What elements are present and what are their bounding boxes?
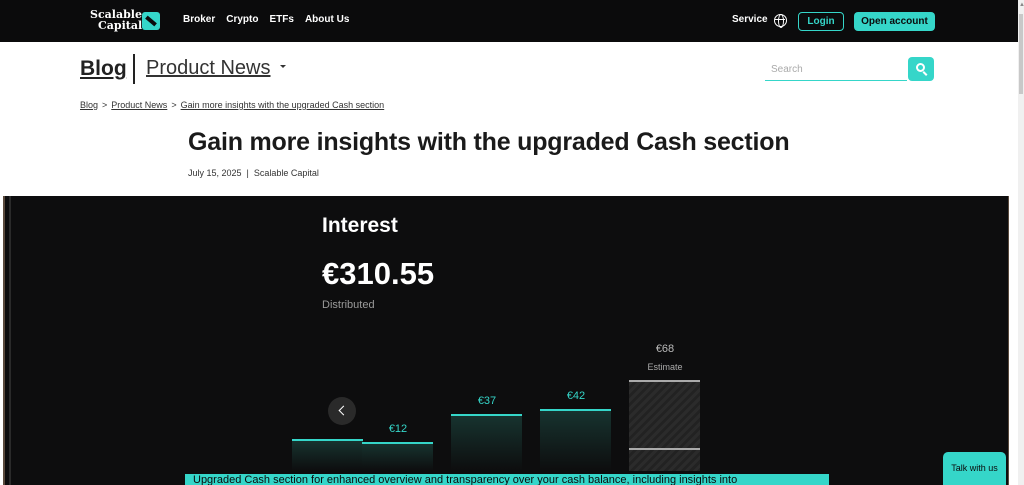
chart-bar bbox=[362, 442, 433, 471]
breadcrumb-separator: > bbox=[171, 100, 177, 110]
caret-down-icon[interactable] bbox=[280, 65, 286, 68]
breadcrumb-product-news[interactable]: Product News bbox=[111, 100, 167, 110]
nav-link-broker[interactable]: Broker bbox=[183, 14, 215, 25]
estimate-divider bbox=[629, 448, 700, 450]
breadcrumb-current-article[interactable]: Gain more insights with the upgraded Cas… bbox=[181, 100, 385, 110]
article-author: Scalable Capital bbox=[253, 168, 319, 178]
service-link[interactable]: Service bbox=[732, 14, 768, 25]
breadcrumb: Blog > Product News > Gain more insights… bbox=[80, 100, 384, 110]
breadcrumb-separator: > bbox=[102, 100, 108, 110]
chart-bar-value-label: €68 bbox=[655, 343, 675, 355]
interest-bar-chart: €12 €37 €42 €68 Estimate bbox=[292, 326, 722, 471]
breadcrumb-blog[interactable]: Blog bbox=[80, 100, 98, 110]
chart-bar-estimate bbox=[629, 380, 700, 471]
search-input[interactable] bbox=[765, 59, 907, 81]
article-meta: July 15, 2025 | Scalable Capital bbox=[188, 168, 319, 178]
hero-frame-edge bbox=[9, 196, 11, 485]
hero-image: Interest €310.55 Distributed €12 €37 €42 €6… bbox=[3, 196, 1009, 485]
login-button[interactable]: Login bbox=[798, 12, 844, 31]
page-scrollbar[interactable]: ▲ bbox=[1018, 0, 1024, 485]
chart-bar-value-label: €37 bbox=[477, 395, 497, 407]
logo-text-line2: Capital bbox=[98, 19, 143, 32]
blog-home-link[interactable]: Blog bbox=[80, 57, 127, 81]
logo-mark-icon[interactable] bbox=[142, 12, 160, 30]
article-title: Gain more insights with the upgraded Cas… bbox=[188, 128, 790, 156]
nav-link-etfs[interactable]: ETFs bbox=[269, 14, 293, 25]
interest-distributed-label: Distributed bbox=[322, 299, 375, 311]
meta-separator: | bbox=[246, 168, 249, 178]
globe-icon[interactable] bbox=[774, 14, 787, 28]
chart-bar-value-label: €42 bbox=[566, 390, 586, 402]
top-navigation: Scalable Capital Broker Crypto ETFs Abou… bbox=[0, 0, 1018, 42]
nav-link-crypto[interactable]: Crypto bbox=[226, 14, 258, 25]
interest-amount: €310.55 bbox=[322, 256, 435, 291]
hero-caption-text: Upgraded Cash section for enhanced overv… bbox=[193, 474, 738, 485]
talk-with-us-button[interactable]: Talk with us bbox=[943, 452, 1006, 485]
open-account-button[interactable]: Open account bbox=[854, 12, 935, 31]
chart-estimate-label: Estimate bbox=[647, 362, 683, 372]
header-divider bbox=[133, 54, 135, 84]
scroll-up-arrow-icon[interactable]: ▲ bbox=[1019, 2, 1024, 8]
nav-link-about-us[interactable]: About Us bbox=[305, 14, 349, 25]
chart-prev-button[interactable] bbox=[328, 397, 356, 425]
category-dropdown[interactable]: Product News bbox=[146, 57, 271, 80]
chart-bar-value-label: €12 bbox=[388, 423, 408, 435]
chart-bar bbox=[451, 414, 522, 471]
scalable-capital-logo[interactable]: Scalable Capital bbox=[90, 9, 142, 31]
chart-bar bbox=[292, 439, 363, 471]
search-button[interactable] bbox=[908, 57, 934, 81]
scrollbar-thumb[interactable] bbox=[1019, 14, 1023, 94]
article-date: July 15, 2025 bbox=[188, 168, 242, 178]
search-icon-handle bbox=[922, 71, 928, 76]
hero-caption: Upgraded Cash section for enhanced overv… bbox=[185, 474, 829, 485]
main-nav-links: Broker Crypto ETFs About Us bbox=[183, 14, 349, 25]
chart-bar bbox=[540, 409, 611, 471]
interest-heading: Interest bbox=[322, 214, 398, 237]
